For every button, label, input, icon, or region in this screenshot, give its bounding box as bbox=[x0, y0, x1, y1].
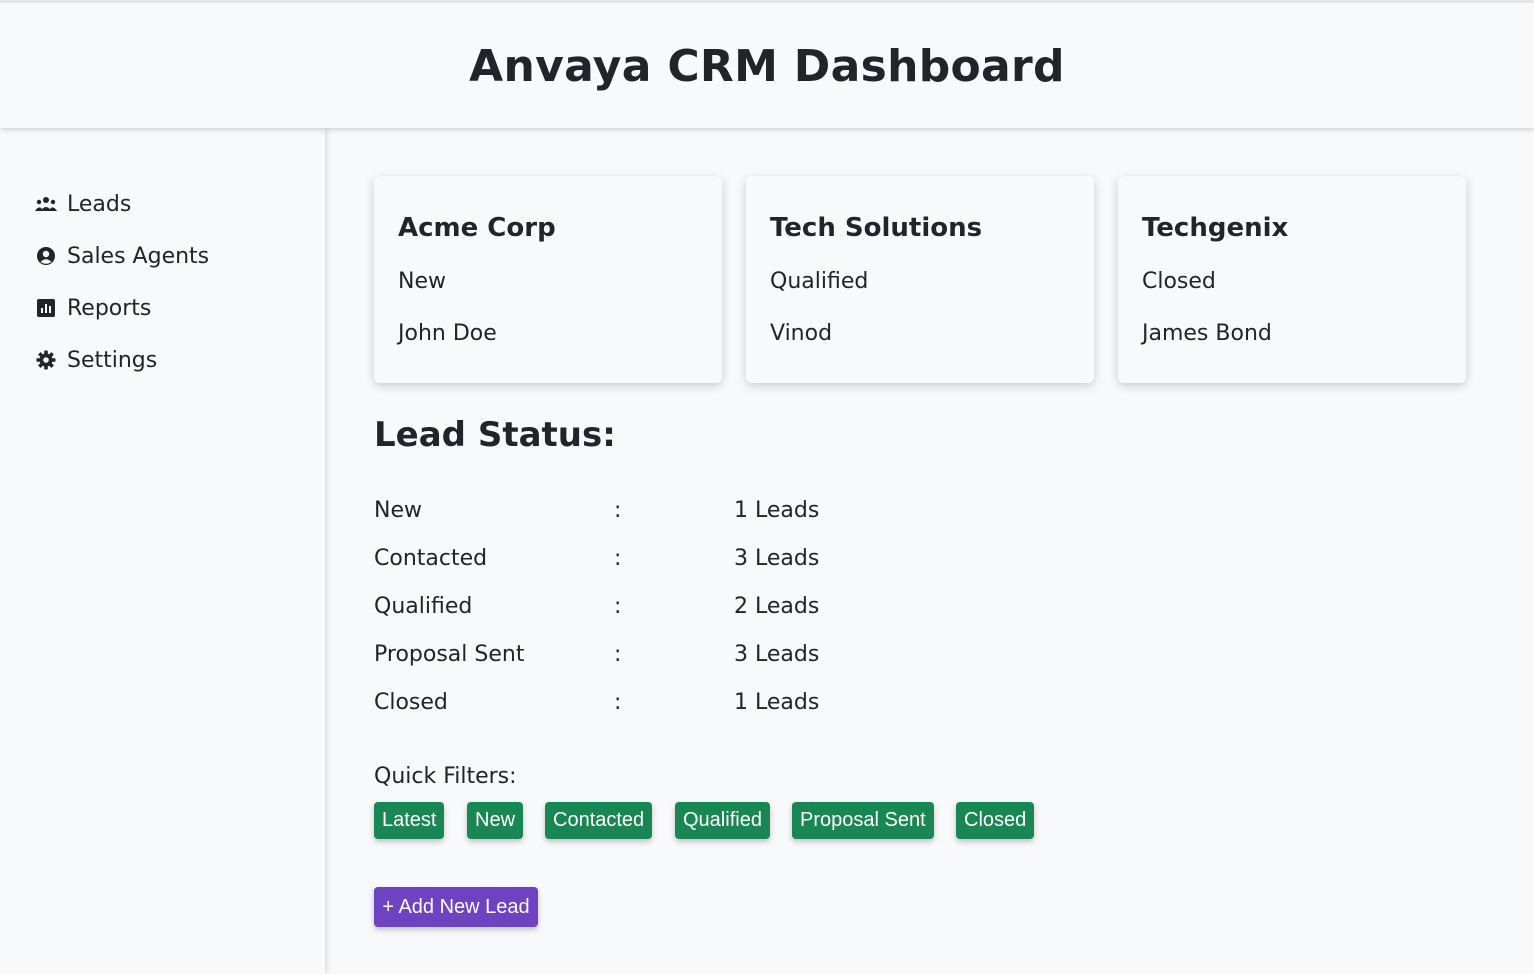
filter-closed-button[interactable]: Closed bbox=[956, 802, 1035, 839]
user-circle-icon bbox=[34, 244, 58, 268]
lead-status-heading: Lead Status: bbox=[374, 415, 616, 455]
filter-proposal-sent-button[interactable]: Proposal Sent bbox=[792, 802, 934, 839]
sidebar-item-settings[interactable]: Settings bbox=[34, 344, 157, 376]
status-label: Proposal Sent bbox=[374, 642, 525, 667]
status-label: Contacted bbox=[374, 546, 488, 571]
sidebar-item-label: Settings bbox=[67, 347, 158, 373]
lead-name: Tech Solutions bbox=[770, 213, 983, 243]
status-separator: : bbox=[614, 642, 622, 667]
status-label: Closed bbox=[374, 690, 448, 715]
status-count: 3 Leads bbox=[734, 546, 820, 571]
sidebar-item-reports[interactable]: Reports bbox=[34, 292, 151, 324]
sidebar-item-sales-agents[interactable]: Sales Agents bbox=[34, 240, 209, 272]
lead-agent: Vinod bbox=[770, 321, 833, 346]
lead-card[interactable]: Acme Corp New John Doe bbox=[374, 176, 722, 383]
chart-icon bbox=[34, 296, 58, 320]
lead-agent: John Doe bbox=[398, 321, 497, 346]
lead-agent: James Bond bbox=[1142, 321, 1272, 346]
quick-filters-label: Quick Filters: bbox=[374, 764, 517, 789]
status-separator: : bbox=[614, 594, 622, 619]
status-count: 1 Leads bbox=[734, 690, 820, 715]
status-count: 1 Leads bbox=[734, 498, 820, 523]
lead-status: Closed bbox=[1142, 269, 1216, 294]
lead-status: New bbox=[398, 269, 446, 294]
sidebar-item-label: Leads bbox=[67, 191, 132, 217]
status-separator: : bbox=[614, 498, 622, 523]
status-count: 2 Leads bbox=[734, 594, 820, 619]
filter-qualified-button[interactable]: Qualified bbox=[675, 802, 770, 839]
lead-status: Qualified bbox=[770, 269, 869, 294]
top-header: Anvaya CRM Dashboard bbox=[0, 0, 1534, 128]
lead-card[interactable]: Techgenix Closed James Bond bbox=[1118, 176, 1466, 383]
status-separator: : bbox=[614, 546, 622, 571]
lead-name: Techgenix bbox=[1142, 213, 1289, 243]
filter-new-button[interactable]: New bbox=[467, 802, 524, 839]
page-title: Anvaya CRM Dashboard bbox=[469, 41, 1065, 92]
sidebar-item-label: Sales Agents bbox=[67, 243, 210, 269]
lead-name: Acme Corp bbox=[398, 213, 556, 243]
add-new-lead-button[interactable]: + Add New Lead bbox=[374, 887, 538, 927]
status-label: New bbox=[374, 498, 422, 523]
users-icon bbox=[34, 192, 58, 216]
status-label: Qualified bbox=[374, 594, 473, 619]
sidebar-item-leads[interactable]: Leads bbox=[34, 188, 131, 220]
lead-card[interactable]: Tech Solutions Qualified Vinod bbox=[746, 176, 1094, 383]
filter-contacted-button[interactable]: Contacted bbox=[545, 802, 653, 839]
gear-icon bbox=[34, 348, 58, 372]
sidebar: Leads Sales Agents Reports Settings bbox=[0, 128, 325, 974]
filter-latest-button[interactable]: Latest bbox=[374, 802, 445, 839]
status-separator: : bbox=[614, 690, 622, 715]
dashboard-page: Anvaya CRM Dashboard Leads Sales Agents … bbox=[0, 0, 1534, 974]
status-count: 3 Leads bbox=[734, 642, 820, 667]
sidebar-item-label: Reports bbox=[67, 295, 152, 321]
